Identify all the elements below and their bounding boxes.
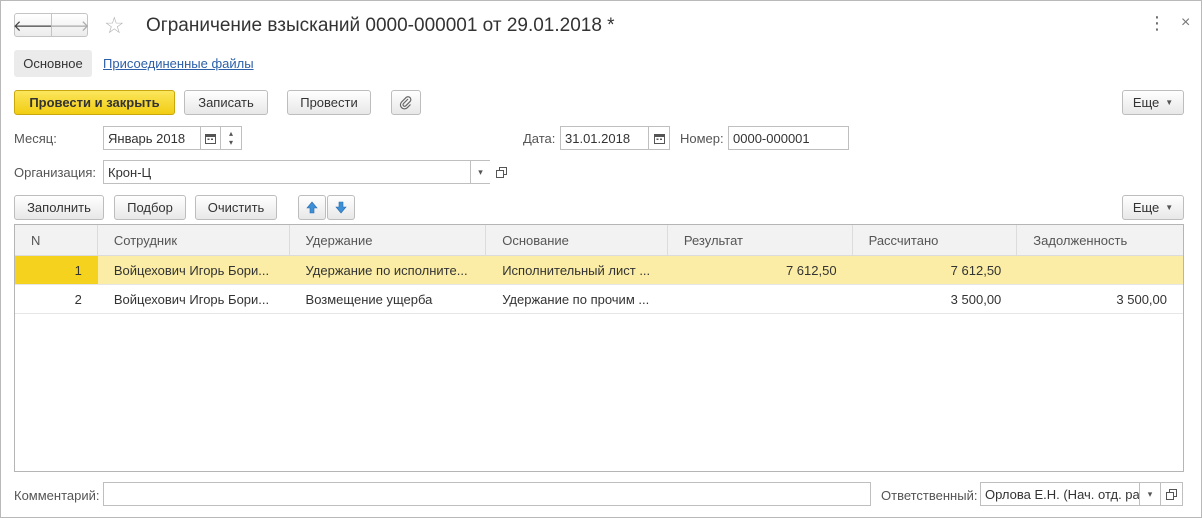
more-actions-icon[interactable]: ⋮ xyxy=(1148,13,1167,33)
post-button[interactable]: Провести xyxy=(287,90,371,115)
open-window-icon xyxy=(1166,488,1177,500)
column-header-basis[interactable]: Основание xyxy=(486,225,668,255)
arrow-left-icon: 🡐 xyxy=(12,17,54,35)
forward-button[interactable]: 🡒 xyxy=(49,14,90,36)
responsible-dropdown-button[interactable]: ▾ xyxy=(1139,482,1161,506)
responsible-label: Ответственный: xyxy=(881,488,978,503)
table-more-label: Еще xyxy=(1132,200,1160,215)
chevron-down-icon: ▾ xyxy=(1147,488,1153,499)
table-row[interactable]: 1 Войцехович Игорь Бори... Удержание по … xyxy=(15,256,1183,285)
month-stepper[interactable]: ▴ ▾ xyxy=(220,126,242,150)
more-button[interactable]: Еще ▼ xyxy=(1122,90,1184,115)
cell-n[interactable]: 1 xyxy=(15,256,98,284)
paperclip-icon xyxy=(399,95,412,109)
cell-calculated[interactable]: 3 500,00 xyxy=(853,285,1018,313)
table-header: N Сотрудник Удержание Основание Результа… xyxy=(15,225,1183,256)
calendar-icon xyxy=(653,133,665,144)
date-field[interactable]: 31.01.2018 xyxy=(560,126,649,150)
fill-button[interactable]: Заполнить xyxy=(14,195,104,220)
column-header-calculated[interactable]: Рассчитано xyxy=(853,225,1018,255)
calendar-button[interactable] xyxy=(200,126,221,150)
column-header-result[interactable]: Результат xyxy=(668,225,853,255)
column-header-n[interactable]: N xyxy=(15,225,98,255)
comment-field[interactable] xyxy=(103,482,871,506)
organization-open-button[interactable] xyxy=(490,160,512,184)
close-icon[interactable]: × xyxy=(1181,13,1190,33)
cell-employee[interactable]: Войцехович Игорь Бори... xyxy=(98,285,290,313)
cell-debt[interactable]: 3 500,00 xyxy=(1017,285,1183,313)
arrow-up-icon xyxy=(306,201,318,214)
attach-button[interactable] xyxy=(391,90,421,115)
cell-employee[interactable]: Войцехович Игорь Бори... xyxy=(98,256,290,284)
table-more-button[interactable]: Еще ▼ xyxy=(1122,195,1184,220)
arrow-down-icon xyxy=(335,201,347,214)
number-field[interactable]: 0000-000001 xyxy=(728,126,849,150)
cell-result[interactable]: 7 612,50 xyxy=(668,256,853,284)
date-calendar-button[interactable] xyxy=(648,126,670,150)
move-down-button[interactable] xyxy=(327,195,355,220)
page-title: Ограничение взысканий 0000-000001 от 29.… xyxy=(146,15,615,36)
cell-basis[interactable]: Исполнительный лист ... xyxy=(486,256,668,284)
save-button[interactable]: Записать xyxy=(184,90,268,115)
cell-debt[interactable] xyxy=(1017,256,1183,284)
responsible-open-button[interactable] xyxy=(1160,482,1183,506)
favorite-star-icon[interactable]: ☆ xyxy=(104,13,125,37)
back-button[interactable]: 🡐 xyxy=(12,14,54,36)
chevron-down-icon: ▾ xyxy=(478,166,483,177)
move-up-button[interactable] xyxy=(298,195,326,220)
cell-n[interactable]: 2 xyxy=(15,285,98,313)
open-window-icon xyxy=(495,166,507,178)
cell-basis[interactable]: Удержание по прочим ... xyxy=(486,285,668,313)
navigation-group: 🡐 🡒 xyxy=(12,13,90,37)
more-button-label: Еще xyxy=(1132,95,1160,110)
column-header-employee[interactable]: Сотрудник xyxy=(98,225,290,255)
organization-dropdown-button[interactable]: ▾ xyxy=(470,160,491,184)
responsible-field[interactable]: Орлова Е.Н. (Нач. отд. ра xyxy=(980,482,1140,506)
document-window: 🡐 🡒 ☆ Ограничение взысканий 0000-000001 … xyxy=(0,0,1202,518)
cell-deduction[interactable]: Удержание по исполните... xyxy=(290,256,487,284)
chevron-down-icon: ▼ xyxy=(1165,203,1174,212)
month-field[interactable]: Январь 2018 xyxy=(103,126,201,150)
cell-deduction[interactable]: Возмещение ущерба xyxy=(290,285,487,313)
stepper-up-icon[interactable]: ▴ xyxy=(229,129,233,138)
number-label: Номер: xyxy=(680,131,724,146)
date-label: Дата: xyxy=(523,131,556,146)
post-and-close-button[interactable]: Провести и закрыть xyxy=(14,90,175,115)
deductions-table: N Сотрудник Удержание Основание Результа… xyxy=(14,224,1184,472)
month-label: Месяц: xyxy=(14,131,57,146)
organization-field[interactable]: Крон-Ц xyxy=(103,160,471,184)
tab-attached-files[interactable]: Присоединенные файлы xyxy=(103,56,254,72)
cell-calculated[interactable]: 7 612,50 xyxy=(853,256,1018,284)
stepper-down-icon[interactable]: ▾ xyxy=(229,138,233,147)
select-button[interactable]: Подбор xyxy=(114,195,186,220)
clear-button[interactable]: Очистить xyxy=(195,195,277,220)
organization-label: Организация: xyxy=(14,165,97,180)
tab-main[interactable]: Основное xyxy=(14,50,92,77)
column-header-deduction[interactable]: Удержание xyxy=(290,225,487,255)
column-header-debt[interactable]: Задолженность xyxy=(1017,225,1183,255)
chevron-down-icon: ▼ xyxy=(1165,98,1174,107)
comment-label: Комментарий: xyxy=(14,488,100,503)
arrow-right-icon: 🡒 xyxy=(49,17,90,35)
cell-result[interactable] xyxy=(668,285,853,313)
calendar-icon xyxy=(205,133,216,144)
table-row[interactable]: 2 Войцехович Игорь Бори... Возмещение ущ… xyxy=(15,285,1183,314)
